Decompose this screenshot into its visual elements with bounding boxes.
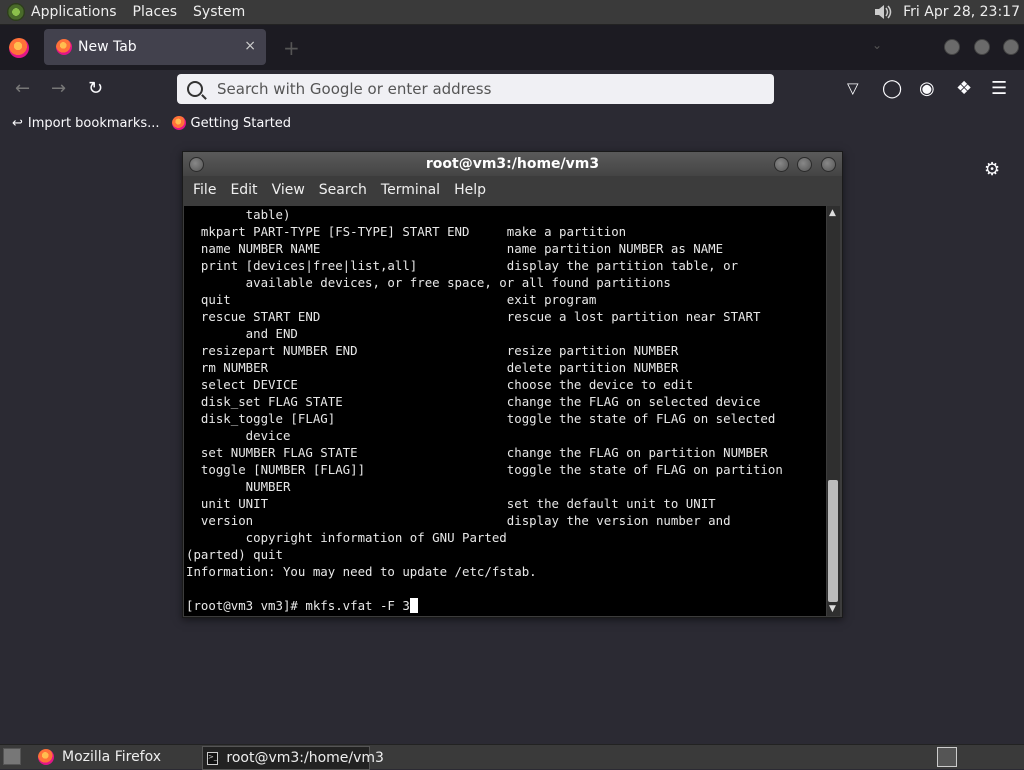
new-tab-button[interactable]: +	[283, 36, 300, 60]
bookmark-label: Import bookmarks...	[27, 115, 160, 131]
list-all-tabs-icon[interactable]: ⌄	[872, 38, 882, 52]
terminal-menubar: File Edit View Search Terminal Help	[183, 176, 842, 204]
close-window-icon[interactable]	[1003, 39, 1019, 55]
terminal-window: root@vm3:/home/vm3 File Edit View Search…	[182, 151, 843, 618]
firefox-icon	[171, 116, 186, 130]
url-input[interactable]	[215, 79, 774, 99]
terminal-line: select DEVICE choose the device to edit	[186, 377, 694, 392]
minimize-window-icon[interactable]	[944, 39, 960, 55]
terminal-line: rm NUMBER delete partition NUMBER	[186, 360, 679, 375]
menu-hamburger-icon[interactable]: ☰	[991, 78, 1007, 99]
terminal-line: [root@vm3 vm3]# mkfs.vfat -F 3	[186, 598, 410, 613]
terminal-title: root@vm3:/home/vm3	[425, 156, 600, 172]
navigation-toolbar: ← → ↻ ▽ ◯ ◉ ❖ ☰	[0, 70, 1024, 108]
tab-strip: New Tab × + ⌄	[0, 25, 1024, 70]
menu-system[interactable]: System	[193, 4, 245, 20]
terminal-line: unit UNIT set the default unit to UNIT	[186, 496, 716, 511]
terminal-line: rescue START END rescue a lost partition…	[186, 309, 761, 324]
workspace-switcher-icon[interactable]	[937, 747, 957, 767]
terminal-line: device	[186, 428, 291, 443]
firefox-icon	[56, 39, 72, 55]
menu-places[interactable]: Places	[133, 4, 178, 20]
menu-applications[interactable]: Applications	[31, 4, 117, 20]
terminal-line: resizepart NUMBER END resize partition N…	[186, 343, 679, 358]
menu-help[interactable]: Help	[454, 182, 486, 198]
bookmark-label: Getting Started	[190, 115, 292, 131]
forward-arrow-icon[interactable]: →	[51, 78, 66, 99]
sync-circle-icon[interactable]: ◯	[882, 78, 902, 99]
terminal-titlebar[interactable]: root@vm3:/home/vm3	[183, 152, 842, 176]
terminal-line: toggle [NUMBER [FLAG]] toggle the state …	[186, 462, 783, 477]
search-icon	[187, 81, 203, 97]
terminal-line: quit exit program	[186, 292, 597, 307]
task-firefox[interactable]: Mozilla Firefox	[34, 746, 194, 768]
terminal-line: mkpart PART-TYPE [FS-TYPE] START END mak…	[186, 224, 627, 239]
terminal-scrollbar[interactable]: ▲ ▼	[827, 206, 840, 616]
import-icon: ↩	[12, 115, 23, 131]
terminal-screen[interactable]: table) mkpart PART-TYPE [FS-TYPE] START …	[184, 206, 826, 616]
scroll-up-icon[interactable]: ▲	[829, 208, 836, 218]
scroll-down-icon[interactable]: ▼	[829, 604, 836, 614]
reload-icon[interactable]: ↻	[88, 78, 103, 99]
terminal-line: copyright information of GNU Parted	[186, 530, 507, 545]
maximize-icon[interactable]	[797, 157, 812, 172]
pocket-icon[interactable]: ▽	[847, 79, 859, 97]
tab-title: New Tab	[78, 39, 137, 55]
volume-icon[interactable]	[873, 3, 893, 21]
terminal-line: table)	[186, 207, 291, 222]
menu-terminal[interactable]: Terminal	[381, 182, 440, 198]
menu-search[interactable]: Search	[319, 182, 367, 198]
scroll-thumb[interactable]	[828, 480, 838, 602]
menu-edit[interactable]: Edit	[230, 182, 257, 198]
system-top-panel: Applications Places System Fri Apr 28, 2…	[0, 0, 1024, 25]
close-icon[interactable]	[821, 157, 836, 172]
terminal-line: available devices, or free space, or all…	[186, 275, 671, 290]
close-tab-icon[interactable]: ×	[244, 38, 256, 54]
clock[interactable]: Fri Apr 28, 23:17	[903, 4, 1020, 20]
tab-new-tab[interactable]: New Tab ×	[44, 29, 266, 65]
terminal-line: disk_set FLAG STATE change the FLAG on s…	[186, 394, 761, 409]
firefox-view-icon[interactable]	[9, 37, 29, 58]
back-arrow-icon[interactable]: ←	[15, 78, 30, 99]
terminal-line: name NUMBER NAME name partition NUMBER a…	[186, 241, 724, 256]
firefox-icon	[38, 749, 54, 765]
task-label: Mozilla Firefox	[62, 749, 162, 765]
bookmarks-toolbar: ↩ Import bookmarks... Getting Started	[0, 108, 1024, 138]
terminal-icon: >_	[207, 751, 219, 765]
terminal-line: disk_toggle [FLAG] toggle the state of F…	[186, 411, 776, 426]
terminal-line: (parted) quit	[186, 547, 283, 562]
task-label: root@vm3:/home/vm3	[226, 750, 384, 766]
task-terminal[interactable]: >_ root@vm3:/home/vm3	[202, 746, 384, 770]
extensions-icon[interactable]: ❖	[956, 78, 972, 99]
show-desktop-icon[interactable]	[3, 748, 21, 765]
distro-logo-icon[interactable]	[7, 3, 25, 21]
terminal-line: print [devices|free|list,all] display th…	[186, 258, 739, 273]
bookmark-import[interactable]: ↩ Import bookmarks...	[12, 116, 160, 131]
minimize-icon[interactable]	[774, 157, 789, 172]
terminal-line: NUMBER	[186, 479, 291, 494]
address-bar[interactable]	[177, 74, 774, 104]
menu-view[interactable]: View	[272, 182, 305, 198]
terminal-line: set NUMBER FLAG STATE change the FLAG on…	[186, 445, 768, 460]
terminal-line: version display the version number and	[186, 513, 731, 528]
terminal-line: and END	[186, 326, 298, 341]
terminal-output: table) mkpart PART-TYPE [FS-TYPE] START …	[184, 206, 826, 614]
text-cursor	[409, 598, 418, 613]
maximize-window-icon[interactable]	[974, 39, 990, 55]
settings-gear-icon[interactable]: ⚙	[984, 159, 1000, 180]
menu-file[interactable]: File	[193, 182, 216, 198]
bottom-taskbar: Mozilla Firefox >_ root@vm3:/home/vm3	[0, 744, 1024, 770]
account-icon[interactable]: ◉	[919, 78, 935, 99]
bookmark-getting-started[interactable]: Getting Started	[171, 115, 292, 131]
terminal-line: Information: You may need to update /etc…	[186, 564, 537, 579]
window-menu-icon[interactable]	[189, 157, 204, 172]
